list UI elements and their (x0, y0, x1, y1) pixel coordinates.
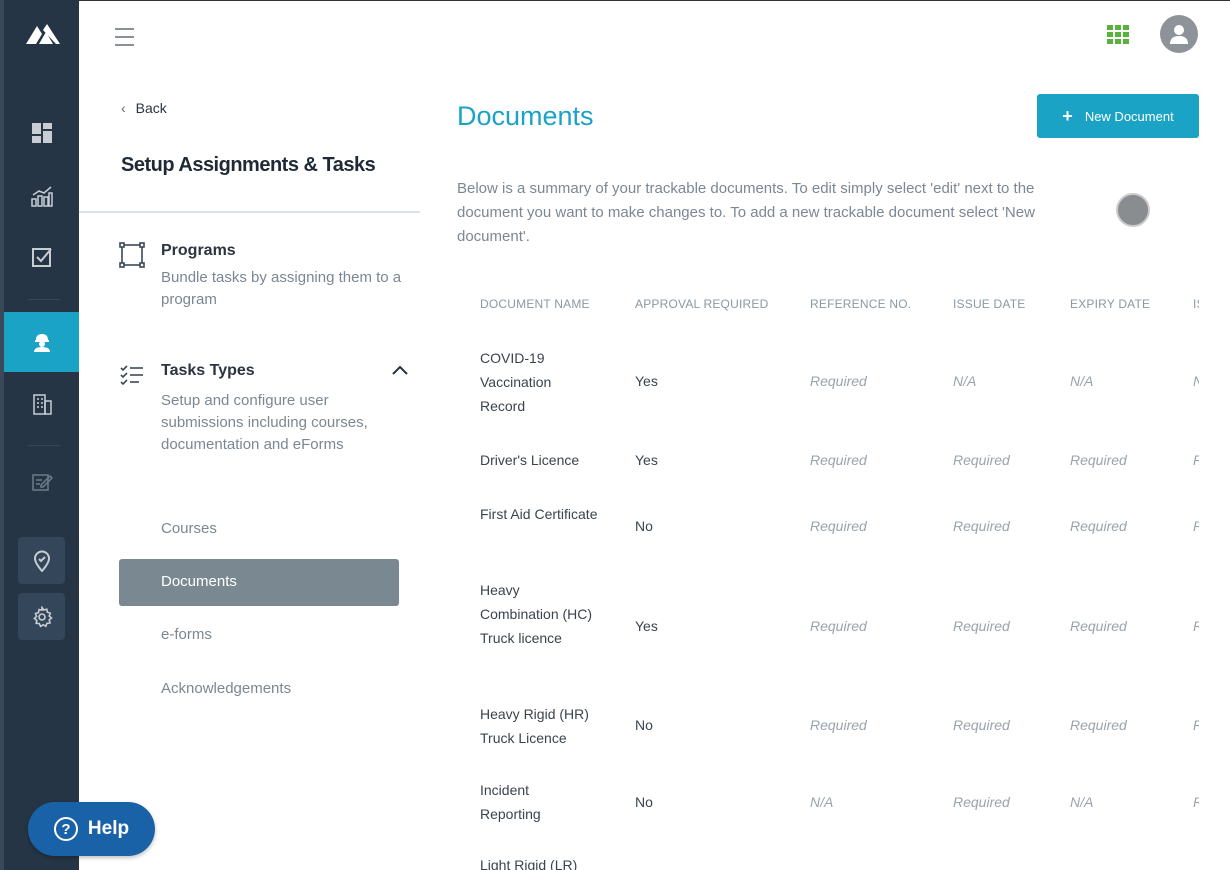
help-button[interactable]: ? Help (28, 802, 155, 856)
help-label: Help (87, 818, 130, 839)
approval-cell: No (635, 518, 653, 534)
rail-location[interactable] (18, 537, 65, 584)
analytics-icon (30, 186, 53, 207)
user-silhouette-icon (1170, 25, 1188, 44)
app-rail (0, 0, 79, 870)
programs-description: Bundle tasks by assigning them to a prog… (161, 269, 402, 308)
intro-text: Below is a summary of your trackable doc… (457, 180, 1035, 245)
task-types-description: Setup and configure user submissions inc… (161, 392, 368, 453)
task-list-icon (120, 365, 143, 386)
extra-cell: R (1193, 713, 1199, 737)
rail-settings[interactable] (18, 593, 65, 640)
approval-cell: Yes (635, 373, 658, 389)
divider (79, 211, 420, 213)
extra-cell: N (1193, 369, 1199, 393)
rail-divider (28, 445, 60, 446)
building-icon (32, 394, 52, 415)
page-title: Documents (457, 101, 594, 131)
approval-cell: Yes (635, 452, 658, 468)
new-document-label: New Document (1084, 108, 1174, 124)
document-name[interactable]: Incident Reporting (480, 778, 580, 826)
user-avatar-icon[interactable] (1160, 15, 1198, 53)
column-header[interactable]: DOCUMENT NAME (480, 297, 590, 311)
reference-cell: N/A (810, 794, 834, 810)
document-name[interactable]: First Aid Certificate (480, 502, 600, 526)
document-name[interactable]: COVID-19 Vaccination Record (480, 346, 600, 418)
settings-gear-icon (32, 605, 53, 628)
tasks-check-icon (31, 248, 52, 267)
top-bar (79, 0, 1230, 72)
rail-divider (28, 299, 60, 300)
rail-edit[interactable] (4, 456, 79, 508)
issue-cell: Required (953, 794, 1010, 810)
extra-cell: R (1193, 514, 1199, 538)
sublink-documents[interactable]: Documents (119, 559, 399, 606)
back-label: Back (135, 100, 167, 116)
expiry-cell: Required (1070, 618, 1127, 634)
rail-analytics[interactable] (4, 170, 79, 222)
document-name[interactable]: Heavy Rigid (HR) Truck Licence (480, 702, 600, 750)
issue-cell: Required (953, 452, 1010, 468)
documents-table: DOCUMENT NAME APPROVAL REQUIRED REFERENC… (457, 290, 1199, 870)
rail-buildings[interactable] (4, 378, 79, 430)
extra-cell: R (1193, 790, 1199, 814)
expiry-cell: Required (1070, 452, 1127, 468)
plus-icon: + (1062, 106, 1073, 126)
programs-group[interactable]: Programs Bundle tasks by assigning them … (119, 242, 409, 322)
column-header[interactable]: APPROVAL REQUIRED (635, 297, 768, 311)
setup-subnav: ‹ Back Setup Assignments & Tasks Program… (79, 72, 420, 870)
issue-cell: Required (953, 717, 1010, 733)
column-header[interactable]: ISSUE DATE (953, 297, 1025, 311)
rail-tasks[interactable] (4, 231, 79, 283)
sublink-courses[interactable]: Courses (161, 520, 217, 537)
issue-cell: Required (953, 618, 1010, 634)
reference-cell: Required (810, 452, 867, 468)
expiry-cell: Required (1070, 717, 1127, 733)
reference-cell: Required (810, 717, 867, 733)
reference-cell: Required (810, 518, 867, 534)
cursor-indicator (1116, 193, 1150, 227)
column-header[interactable]: IS (1193, 297, 1199, 311)
approval-cell: No (635, 794, 653, 810)
app-logo-icon[interactable] (26, 22, 60, 48)
rail-dashboard[interactable] (4, 107, 79, 159)
column-header[interactable]: REFERENCE NO. (810, 297, 911, 311)
approval-cell: No (635, 717, 653, 733)
sublink-eforms[interactable]: e-forms (161, 626, 212, 643)
issue-cell: N/A (953, 373, 977, 389)
worker-icon (33, 334, 50, 352)
issue-cell: Required (953, 518, 1010, 534)
reference-cell: Required (810, 373, 867, 389)
extra-cell: R (1193, 614, 1199, 638)
reference-cell: Required (810, 618, 867, 634)
expiry-cell: N/A (1070, 794, 1094, 810)
sublink-documents-label: Documents (161, 573, 237, 590)
programs-icon (119, 242, 145, 268)
hamburger-icon[interactable] (115, 28, 134, 46)
rail-workers[interactable] (4, 312, 79, 372)
help-question-icon: ? (53, 817, 78, 841)
sublink-acknowledgements[interactable]: Acknowledgements (161, 680, 291, 697)
location-pin-icon (33, 550, 50, 572)
document-name[interactable]: Driver's Licence (480, 448, 600, 472)
edit-icon (31, 474, 53, 491)
document-name[interactable]: Light Rigid (LR) (480, 853, 600, 870)
new-document-button[interactable]: + New Document (1037, 94, 1199, 138)
document-name[interactable]: Heavy Combination (HC) Truck licence (480, 578, 600, 650)
programs-title: Programs (161, 242, 236, 259)
apps-grid-icon[interactable] (1107, 25, 1131, 44)
chevron-up-icon[interactable] (391, 362, 409, 380)
dashboard-icon (31, 123, 52, 143)
expiry-cell: N/A (1070, 373, 1094, 389)
extra-cell: R (1193, 448, 1199, 472)
approval-cell: Yes (635, 618, 658, 634)
subnav-title: Setup Assignments & Tasks (121, 154, 376, 176)
back-link[interactable]: ‹ Back (121, 100, 167, 116)
expiry-cell: Required (1070, 518, 1127, 534)
chevron-left-icon: ‹ (121, 100, 126, 116)
task-types-group[interactable]: Tasks Types Setup and configure user sub… (119, 362, 409, 482)
column-header[interactable]: EXPIRY DATE (1070, 297, 1150, 311)
task-types-title: Tasks Types (161, 362, 255, 379)
